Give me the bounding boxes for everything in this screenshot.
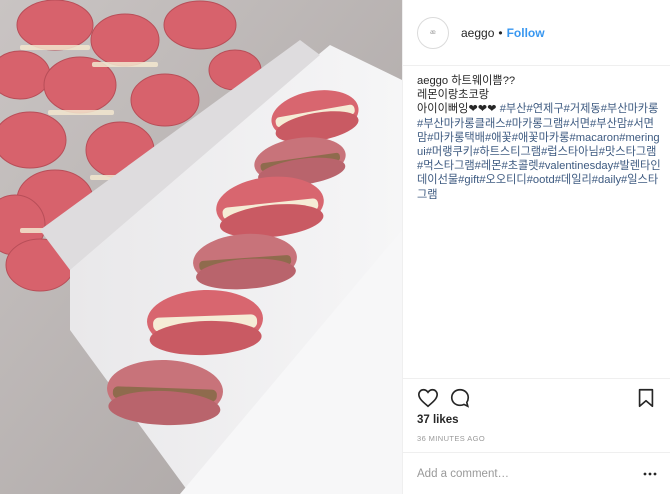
more-options-icon[interactable] <box>643 471 657 477</box>
comment-input[interactable] <box>417 467 627 480</box>
header-separator: • <box>498 25 503 40</box>
caption-line-2: 레몬이랑초코랑 <box>417 89 490 102</box>
follow-button[interactable]: Follow <box>507 26 545 40</box>
aeggo-logo-icon[interactable]: æ <box>417 16 449 49</box>
post-timestamp[interactable]: 36 MINUTES AGO <box>417 434 485 443</box>
macaron-photo-illustration <box>0 0 402 494</box>
comment-bar <box>403 452 670 494</box>
hearts-emoji: ❤❤❤ <box>468 103 497 116</box>
comment-bubble-icon[interactable] <box>449 387 471 409</box>
caption-line-1: aeggo 하트웨이쁨?? <box>417 74 661 88</box>
caption-text-1: 하트웨이쁨?? <box>451 75 516 87</box>
header-username[interactable]: aeggo <box>461 26 494 40</box>
caption-username[interactable]: aeggo <box>417 75 448 87</box>
heart-outline-icon[interactable] <box>417 387 439 409</box>
avatar-logo-text: æ <box>430 29 436 36</box>
bookmark-icon[interactable] <box>635 387 657 409</box>
likes-count[interactable]: 37 likes <box>417 414 459 426</box>
post-details-panel: æ aeggo • Follow aeggo 하트웨이쁨?? 레몬이랑초코랑 아… <box>402 0 670 494</box>
post-header: æ aeggo • Follow <box>403 0 670 66</box>
caption-text-3: 아이이뻐잉 <box>417 103 469 116</box>
action-bar <box>403 378 670 416</box>
post-photo <box>0 0 402 494</box>
post-caption: aeggo 하트웨이쁨?? 레몬이랑초코랑 아이이뻐잉❤❤❤ #부산#연제구#거… <box>417 74 661 202</box>
caption-line-3: 아이이뻐잉❤❤❤ #부산#연제구#거제동#부산마카롱#부산마카롱클래스#마카롱그… <box>417 102 661 201</box>
hashtags[interactable]: #부산#연제구#거제동#부산마카롱#부산마카롱클래스#마카롱그램#서면#부산맘#… <box>417 103 661 200</box>
